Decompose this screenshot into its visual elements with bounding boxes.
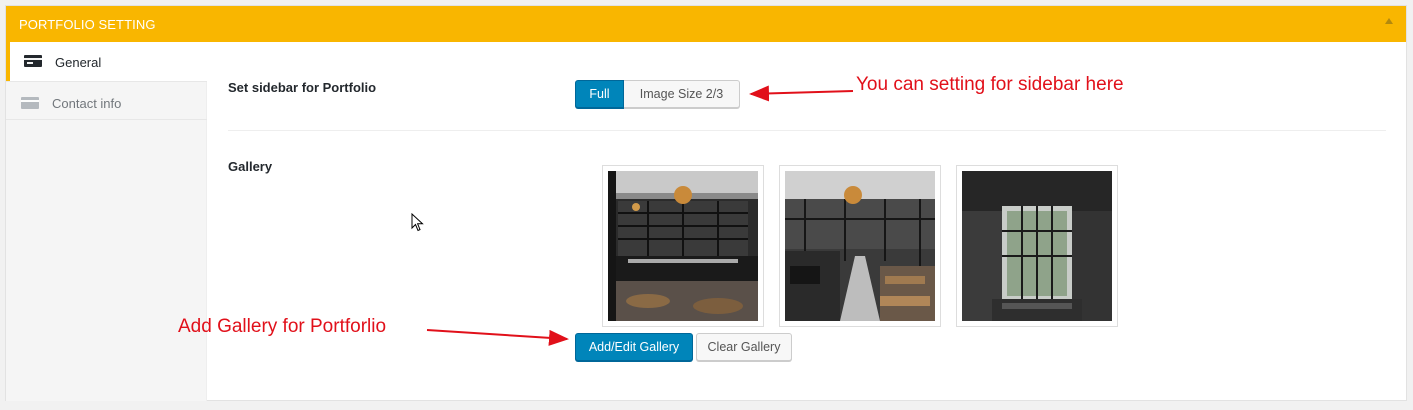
settings-sidebar: General Contact info [6, 42, 207, 401]
clear-gallery-button[interactable]: Clear Gallery [696, 333, 792, 361]
tab-general-label: General [55, 55, 102, 70]
panel-header[interactable]: PORTFOLIO SETTING [6, 6, 1406, 42]
sidebar-setting-label: Set sidebar for Portfolio [228, 80, 377, 95]
panel-title: PORTFOLIO SETTING [19, 17, 156, 32]
gallery-annotation: Add Gallery for Portforlio [178, 316, 387, 337]
mouse-cursor-icon [411, 213, 424, 232]
tab-contact-info[interactable]: Contact info [6, 81, 207, 120]
image-size-button[interactable]: Image Size 2/3 [624, 80, 740, 108]
collapse-icon[interactable] [1385, 18, 1393, 24]
gallery-image-3[interactable] [956, 165, 1118, 327]
divider [228, 130, 1386, 131]
full-button[interactable]: Full [575, 80, 624, 108]
tab-general[interactable]: General [6, 42, 207, 81]
card-icon [24, 55, 42, 67]
portfolio-setting-panel: PORTFOLIO SETTING General Contact info S… [5, 5, 1407, 401]
restaurant-interior-image [608, 171, 758, 321]
gallery-label: Gallery [228, 159, 273, 174]
sidebar-annotation: You can setting for sidebar here [856, 74, 1124, 95]
gallery-image-2[interactable] [779, 165, 941, 327]
gallery-image-1[interactable] [602, 165, 764, 327]
settings-content: Set sidebar for Portfolio Full Image Siz… [207, 42, 1406, 400]
card-icon [21, 97, 39, 109]
restaurant-interior-image [962, 171, 1112, 321]
restaurant-interior-image [785, 171, 935, 321]
tab-contact-info-label: Contact info [52, 96, 122, 111]
add-edit-gallery-button[interactable]: Add/Edit Gallery [575, 333, 693, 361]
